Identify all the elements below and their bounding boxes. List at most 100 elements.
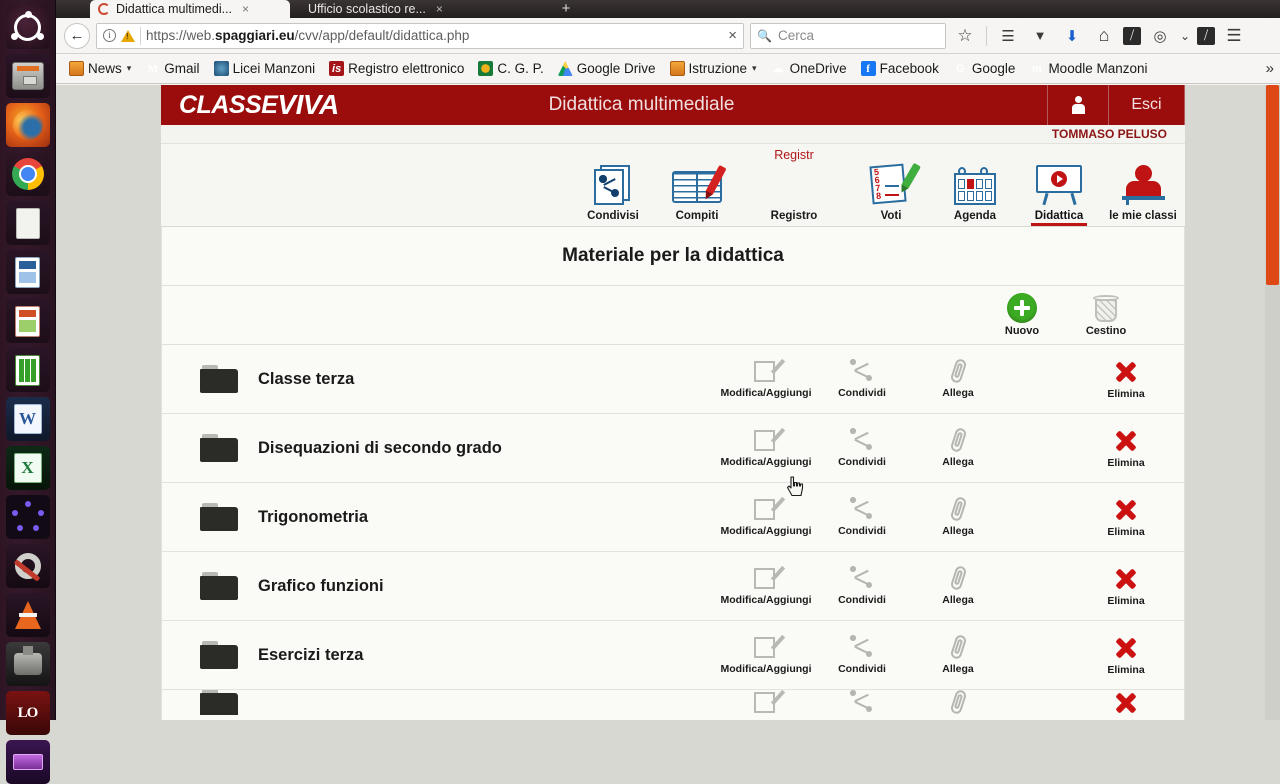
condivisi-icon [584, 159, 642, 205]
launcher-firefox-icon[interactable] [5, 103, 50, 147]
launcher-ubuntu-dash-icon[interactable] [5, 5, 50, 49]
launcher-other-app-icon[interactable] [5, 740, 50, 784]
bookmark-google[interactable]: G Google [946, 57, 1023, 81]
row-action-elimina[interactable]: Elimina [1078, 635, 1174, 676]
row-action-allega[interactable]: Allega [910, 495, 1006, 537]
launcher-files-icon[interactable] [5, 54, 50, 98]
bookmark-news[interactable]: News ▾ [62, 57, 138, 81]
nav-item-voti[interactable]: 5678 Voti [849, 142, 933, 226]
new-tab-button[interactable]: + [554, 0, 578, 18]
chat-bubble-icon[interactable]: ◎ [1147, 23, 1173, 49]
row-action-elimina[interactable]: Elimina [1078, 359, 1174, 400]
launcher-microsoft-excel-icon[interactable]: X [5, 446, 50, 490]
row-action-modifica[interactable]: Modifica/Aggiungi [718, 496, 814, 537]
page-info-icon[interactable]: i [103, 29, 116, 42]
bookmark-onedrive[interactable]: ☁ OneDrive [764, 57, 854, 81]
launcher-system-settings-icon[interactable] [5, 544, 50, 588]
row-action-elimina[interactable]: Elimina [1078, 428, 1174, 469]
table-row[interactable]: Trigonometria Modifica/Aggiungi Condivid… [162, 483, 1184, 552]
launcher-libreoffice-calc-icon[interactable] [5, 348, 50, 392]
table-row[interactable]: Disequazioni di secondo grado Modifica/A… [162, 414, 1184, 483]
extension-icon[interactable]: ⧸ [1123, 26, 1141, 45]
back-button[interactable]: ← [64, 22, 90, 49]
table-row[interactable]: Grafico funzioni Modifica/Aggiungi Condi… [162, 552, 1184, 621]
bookmark-registro-elettronico[interactable]: is Registro elettronico [322, 57, 471, 81]
row-action-allega[interactable]: Allega [910, 564, 1006, 606]
home-icon[interactable]: ⌂ [1091, 23, 1117, 49]
row-action-modifica[interactable]: Modifica/Aggiungi [718, 565, 814, 606]
row-action-label: Condividi [838, 456, 886, 468]
bookmark-istruzione[interactable]: Istruzione ▾ [663, 57, 764, 81]
pocket-icon[interactable]: ▼ [1027, 23, 1053, 49]
logout-button[interactable]: Esci [1109, 85, 1184, 125]
excel-glyph: X [13, 453, 42, 483]
paperclip-icon [946, 426, 971, 454]
nav-item-le-mie-classi[interactable]: le mie classi [1101, 142, 1185, 226]
row-action-allega[interactable]: Allega [910, 426, 1006, 468]
bookmark-label: News [88, 61, 122, 76]
launcher-loading-icon[interactable] [5, 495, 50, 539]
user-profile-icon[interactable] [1048, 85, 1108, 125]
row-action-condividi[interactable]: Condividi [814, 566, 910, 606]
row-action-allega[interactable] [910, 690, 1006, 715]
launcher-game-icon[interactable] [5, 642, 50, 686]
hamburger-menu-icon[interactable]: ☰ [1221, 23, 1247, 49]
row-action-modifica[interactable]: Modifica/Aggiungi [718, 427, 814, 468]
table-row[interactable] [162, 690, 1184, 715]
tab-didattica[interactable]: Didattica multimedi... × [90, 0, 290, 18]
launcher-vlc-icon[interactable] [5, 593, 50, 637]
row-action-condividi[interactable]: Condividi [814, 497, 910, 537]
row-action-modifica[interactable]: Modifica/Aggiungi [718, 634, 814, 675]
tab-ufficio-scolastico[interactable]: Ufficio scolastico re... × [300, 0, 530, 18]
row-action-condividi[interactable] [814, 690, 910, 715]
extension-2-icon[interactable]: ⧸ [1197, 26, 1215, 45]
bookmark-facebook[interactable]: f Facebook [854, 57, 946, 81]
nav-item-didattica[interactable]: Didattica [1017, 142, 1101, 226]
row-action-condividi[interactable]: Condividi [814, 359, 910, 399]
bookmark-google-drive[interactable]: Google Drive [551, 57, 663, 81]
page-scrollbar-thumb[interactable] [1266, 85, 1279, 285]
bookmark-star-icon[interactable]: ☆ [952, 23, 978, 49]
row-action-condividi[interactable]: Condividi [814, 428, 910, 468]
table-row[interactable]: Classe terza Modifica/Aggiungi Condividi… [162, 345, 1184, 414]
tab-close-icon[interactable]: × [242, 2, 249, 16]
row-action-elimina[interactable]: Elimina [1078, 566, 1174, 607]
tab-close-icon[interactable]: × [436, 2, 443, 16]
nav-item-agenda[interactable]: Agenda [933, 142, 1017, 226]
nuovo-button[interactable]: Nuovo [996, 293, 1048, 337]
bookmark-moodle-manzoni[interactable]: m Moodle Manzoni [1022, 57, 1154, 81]
reader-library-icon[interactable]: ☰ [995, 23, 1021, 49]
nav-item-condivisi[interactable]: Condivisi [571, 142, 655, 226]
row-action-modifica[interactable]: Modifica/Aggiungi [718, 358, 814, 399]
url-bar[interactable]: i https://web.spaggiari.eu/cvv/app/defau… [96, 22, 744, 49]
nav-item-compiti[interactable]: Compiti [655, 142, 739, 226]
row-action-allega[interactable]: Allega [910, 633, 1006, 675]
launcher-chrome-icon[interactable] [5, 152, 50, 196]
row-action-elimina[interactable] [1078, 690, 1174, 715]
launcher-microsoft-word-icon[interactable]: W [5, 397, 50, 441]
search-input[interactable]: 🔍 Cerca [750, 22, 946, 49]
bookmark-gmail[interactable]: M Gmail [138, 57, 206, 81]
bookmark-licei-manzoni[interactable]: Licei Manzoni [207, 57, 323, 81]
downloads-icon[interactable]: ⬇ [1059, 23, 1085, 49]
launcher-libreoffice-writer-icon[interactable] [5, 201, 50, 245]
launcher-logizen-icon[interactable]: LO [5, 691, 50, 735]
chevron-down-icon[interactable]: ⌄ [1179, 23, 1191, 49]
bookmarks-overflow-button[interactable]: » [1266, 60, 1274, 77]
stop-loading-icon[interactable]: × [722, 27, 737, 44]
launcher-libreoffice-impress-icon[interactable] [5, 299, 50, 343]
insecure-warning-icon[interactable] [121, 29, 135, 42]
row-action-allega[interactable]: Allega [910, 357, 1006, 399]
nav-label: Didattica [1034, 210, 1084, 222]
cestino-button[interactable]: Cestino [1080, 293, 1132, 337]
row-action-condividi[interactable]: Condividi [814, 635, 910, 675]
bookmark-cgp[interactable]: C. G. P. [471, 57, 550, 81]
row-action-modifica[interactable] [718, 690, 814, 715]
plus-icon [1007, 293, 1037, 323]
table-row[interactable]: Esercizi terza Modifica/Aggiungi Condivi… [162, 621, 1184, 690]
page-scrollbar-track[interactable] [1265, 85, 1280, 720]
launcher-libreoffice-draw-icon[interactable] [5, 250, 50, 294]
row-action-label: Allega [942, 525, 974, 537]
row-action-elimina[interactable]: Elimina [1078, 497, 1174, 538]
nav-item-registro[interactable]: Registr Registro [739, 142, 849, 226]
